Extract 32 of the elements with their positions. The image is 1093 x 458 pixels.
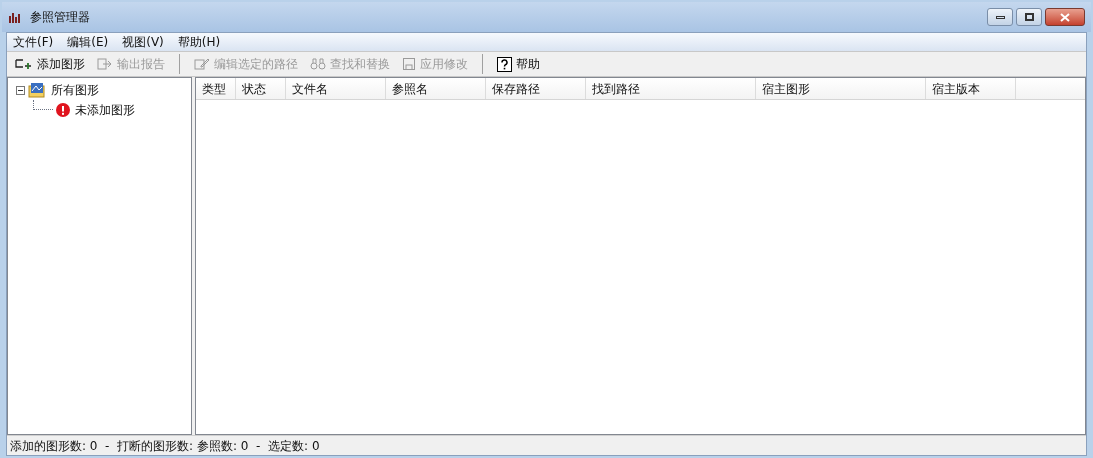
column-header[interactable]: 宿主版本 — [926, 78, 1016, 99]
collapse-toggle[interactable] — [16, 85, 25, 95]
binoculars-icon — [310, 57, 326, 71]
save-icon — [402, 57, 416, 71]
column-header[interactable]: 类型 — [196, 78, 236, 99]
toolbar-button[interactable]: 帮助 — [495, 55, 542, 73]
column-header[interactable]: 找到路径 — [586, 78, 756, 99]
menu-item[interactable]: 视图(V) — [122, 33, 164, 51]
close-icon — [1060, 12, 1070, 22]
app-icon — [8, 10, 22, 24]
help-icon — [497, 56, 512, 72]
menu-item[interactable]: 编辑(E) — [67, 33, 109, 51]
tree-item[interactable]: 所有图形 — [51, 81, 99, 99]
pencil-icon — [194, 57, 210, 71]
column-header[interactable]: 状态 — [236, 78, 286, 99]
window-title: 参照管理器 — [30, 9, 90, 26]
drawing-folder-icon — [28, 82, 46, 98]
menu-item[interactable]: 文件(F) — [13, 33, 54, 51]
tree-item[interactable]: 未添加图形 — [75, 101, 135, 119]
toolbar-button[interactable]: 添加图形 — [13, 55, 87, 73]
add-drawing-icon — [15, 57, 33, 71]
error-icon — [56, 103, 70, 117]
column-header[interactable]: 文件名 — [286, 78, 386, 99]
export-icon — [97, 57, 113, 71]
close-button[interactable] — [1045, 8, 1085, 26]
maximize-button[interactable] — [1016, 8, 1042, 26]
status-text: 添加的图形数: 0 - 打断的图形数: 参照数: 0 - 选定数: 0 — [10, 437, 320, 455]
menu-item[interactable]: 帮助(H) — [177, 33, 221, 51]
column-header[interactable]: 参照名 — [386, 78, 486, 99]
column-header[interactable]: 宿主图形 — [756, 78, 926, 99]
minimize-button[interactable] — [987, 8, 1013, 26]
column-header[interactable]: 保存路径 — [486, 78, 586, 99]
